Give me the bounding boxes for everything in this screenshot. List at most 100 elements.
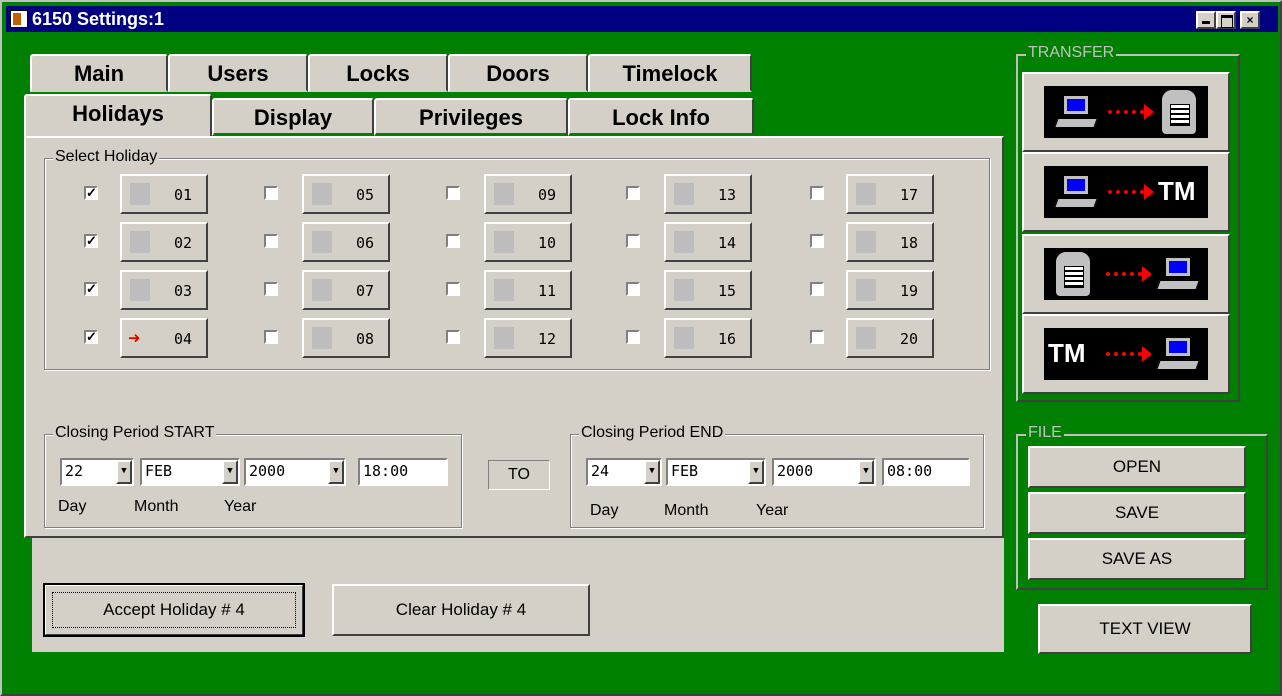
holiday-button[interactable]: 10 <box>484 222 572 262</box>
holiday-checkbox[interactable] <box>810 330 824 344</box>
maximize-button[interactable] <box>1216 11 1236 29</box>
holiday-checkbox[interactable] <box>446 234 460 248</box>
holiday-button[interactable]: 01 <box>120 174 208 214</box>
end-day-label: Day <box>590 502 619 519</box>
chevron-down-icon[interactable]: ▼ <box>858 460 874 484</box>
pc-to-tm-button[interactable]: TM <box>1022 152 1230 232</box>
pc-to-lock-button[interactable] <box>1022 72 1230 152</box>
holiday-checkbox[interactable] <box>264 330 278 344</box>
save-button[interactable]: SAVE <box>1028 492 1246 534</box>
window-title: 6150 Settings:1 <box>32 9 165 29</box>
holiday-checkbox[interactable] <box>264 186 278 200</box>
start-year-label: Year <box>224 498 257 515</box>
holiday-checkbox[interactable] <box>264 282 278 296</box>
tab-display[interactable]: Display <box>212 98 374 136</box>
tm-to-pc-button[interactable]: TM <box>1022 314 1230 394</box>
holiday-checkbox[interactable] <box>626 234 640 248</box>
end-time-input[interactable]: 08:00 <box>882 458 970 486</box>
holiday-number: 04 <box>173 330 192 348</box>
holiday-button[interactable]: 02 <box>120 222 208 262</box>
chevron-down-icon[interactable]: ▼ <box>116 460 132 484</box>
chevron-down-icon[interactable]: ▼ <box>222 460 238 484</box>
start-year-select[interactable]: 2000 ▼ <box>244 458 346 486</box>
close-button[interactable]: × <box>1240 11 1260 29</box>
holiday-button[interactable]: ➜ 04 <box>120 318 208 358</box>
holiday-swatch <box>130 279 150 301</box>
tab-lock-info[interactable]: Lock Info <box>568 98 754 136</box>
holiday-number: 16 <box>717 330 736 348</box>
holiday-checkbox[interactable] <box>446 330 460 344</box>
holiday-checkbox[interactable] <box>810 234 824 248</box>
holiday-button[interactable]: 05 <box>302 174 390 214</box>
tab-holidays[interactable]: Holidays <box>24 94 212 136</box>
holiday-number: 15 <box>717 282 736 300</box>
holiday-swatch <box>130 231 150 253</box>
end-year-value: 2000 <box>777 462 814 480</box>
save-as-button[interactable]: SAVE AS <box>1028 538 1246 580</box>
holiday-number: 01 <box>173 186 192 204</box>
minimize-button[interactable] <box>1196 11 1216 29</box>
end-month-value: FEB <box>671 462 699 480</box>
tab-users[interactable]: Users <box>168 54 308 92</box>
start-day-select[interactable]: 22 ▼ <box>60 458 134 486</box>
holiday-button[interactable]: 20 <box>846 318 934 358</box>
pc-icon <box>1156 256 1200 292</box>
holiday-button[interactable]: 03 <box>120 270 208 310</box>
holiday-number: 17 <box>899 186 918 204</box>
holiday-checkbox[interactable]: ✓ <box>84 282 98 296</box>
text-view-button[interactable]: TEXT VIEW <box>1038 604 1252 654</box>
holiday-checkbox[interactable]: ✓ <box>84 330 98 344</box>
tab-doors[interactable]: Doors <box>448 54 588 92</box>
arrow-right-icon: ➜ <box>128 326 141 350</box>
end-day-select[interactable]: 24 ▼ <box>586 458 662 486</box>
holiday-button[interactable]: 17 <box>846 174 934 214</box>
holiday-button[interactable]: 11 <box>484 270 572 310</box>
holiday-swatch <box>674 279 694 301</box>
lock-to-pc-button[interactable] <box>1022 234 1230 314</box>
holiday-checkbox[interactable] <box>626 282 640 296</box>
holiday-button[interactable]: 08 <box>302 318 390 358</box>
start-month-select[interactable]: FEB ▼ <box>140 458 240 486</box>
holiday-swatch <box>674 327 694 349</box>
holiday-swatch <box>312 231 332 253</box>
end-year-select[interactable]: 2000 ▼ <box>772 458 876 486</box>
holiday-button[interactable]: 09 <box>484 174 572 214</box>
holiday-checkbox[interactable] <box>446 186 460 200</box>
tab-main[interactable]: Main <box>30 54 168 92</box>
accept-holiday-button[interactable]: Accept Holiday # 4 <box>43 583 305 637</box>
holiday-button[interactable]: 06 <box>302 222 390 262</box>
end-year-label: Year <box>756 502 789 519</box>
open-button[interactable]: OPEN <box>1028 446 1246 488</box>
chevron-down-icon[interactable]: ▼ <box>328 460 344 484</box>
holiday-button[interactable]: 12 <box>484 318 572 358</box>
holiday-button[interactable]: 16 <box>664 318 752 358</box>
holiday-button[interactable]: 15 <box>664 270 752 310</box>
holiday-checkbox[interactable] <box>446 282 460 296</box>
holiday-button[interactable]: 07 <box>302 270 390 310</box>
start-time-input[interactable]: 18:00 <box>358 458 448 486</box>
holiday-button[interactable]: 13 <box>664 174 752 214</box>
holiday-swatch <box>856 279 876 301</box>
end-month-select[interactable]: FEB ▼ <box>666 458 766 486</box>
chevron-down-icon[interactable]: ▼ <box>644 460 660 484</box>
holiday-button[interactable]: 19 <box>846 270 934 310</box>
holiday-number: 03 <box>173 282 192 300</box>
tab-privileges[interactable]: Privileges <box>374 98 568 136</box>
holiday-checkbox[interactable]: ✓ <box>84 234 98 248</box>
clear-holiday-button[interactable]: Clear Holiday # 4 <box>332 584 590 636</box>
holiday-checkbox[interactable] <box>626 330 640 344</box>
chevron-down-icon[interactable]: ▼ <box>748 460 764 484</box>
holiday-checkbox[interactable]: ✓ <box>84 186 98 200</box>
holiday-button[interactable]: 18 <box>846 222 934 262</box>
holiday-checkbox[interactable] <box>264 234 278 248</box>
holiday-checkbox[interactable] <box>810 282 824 296</box>
holiday-checkbox[interactable] <box>810 186 824 200</box>
tab-timelock[interactable]: Timelock <box>588 54 752 92</box>
lock-to-pc-graphic <box>1044 248 1208 300</box>
app-icon <box>10 10 28 28</box>
holiday-number: 07 <box>355 282 374 300</box>
holiday-button[interactable]: 14 <box>664 222 752 262</box>
tab-locks[interactable]: Locks <box>308 54 448 92</box>
holiday-checkbox[interactable] <box>626 186 640 200</box>
holiday-swatch <box>856 183 876 205</box>
